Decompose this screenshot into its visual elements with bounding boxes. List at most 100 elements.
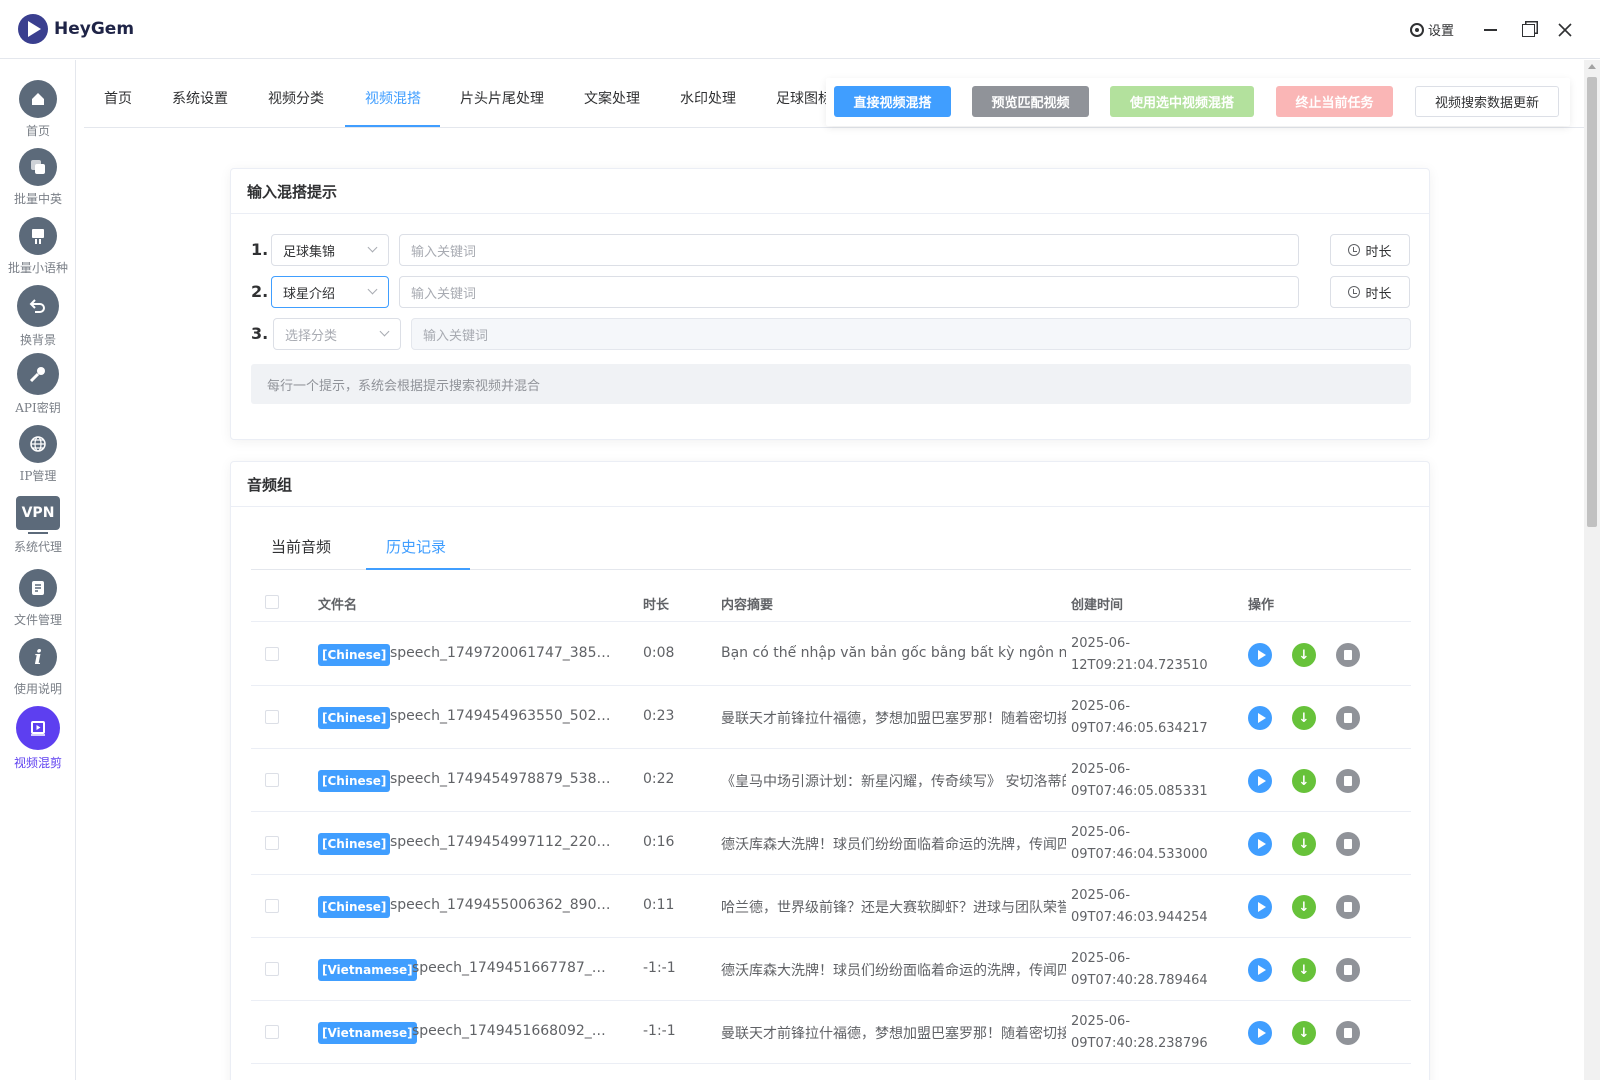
- maximize-button[interactable]: [1516, 18, 1540, 42]
- audio-group-card: 音频组 当前音频 历史记录 文件名 时长 内容摘要 创建时间 操作 [Chine…: [230, 461, 1430, 1080]
- sidebar-item-system-proxy[interactable]: VPN 系统代理: [0, 496, 76, 555]
- video-edit-icon: [16, 706, 60, 750]
- select-all-checkbox[interactable]: [265, 595, 279, 609]
- row-checkbox[interactable]: [265, 647, 279, 661]
- table-row[interactable]: [Vietnamese] speech_1749451668092_997… -1:…: [251, 1001, 1411, 1064]
- scroll-thumb[interactable]: [1587, 77, 1597, 527]
- row-checkbox[interactable]: [265, 1025, 279, 1039]
- column-header-filename: 文件名: [318, 598, 358, 613]
- stop-task-button[interactable]: 终止当前任务: [1276, 86, 1393, 117]
- update-search-data-button[interactable]: 视频搜索数据更新: [1415, 86, 1559, 117]
- row-checkbox[interactable]: [265, 836, 279, 850]
- row-checkbox[interactable]: [265, 710, 279, 724]
- tab-current-audio[interactable]: 当前音频: [271, 536, 331, 557]
- keyword-input-2[interactable]: 输入关键词: [399, 276, 1299, 308]
- category-select-2[interactable]: 球星介绍: [271, 276, 389, 308]
- tab-home[interactable]: 首页: [104, 88, 132, 122]
- tab-video-mix[interactable]: 视频混搭: [365, 88, 421, 122]
- document-button[interactable]: [1336, 832, 1360, 856]
- row-checkbox[interactable]: [265, 899, 279, 913]
- use-selected-mix-button[interactable]: 使用选中视频混搭: [1110, 86, 1254, 117]
- download-button[interactable]: ↓: [1292, 832, 1316, 856]
- download-button[interactable]: ↓: [1292, 895, 1316, 919]
- play-button[interactable]: [1248, 958, 1272, 982]
- key-icon: [17, 353, 59, 395]
- preview-match-button[interactable]: 预览匹配视频: [972, 86, 1089, 117]
- document-button[interactable]: [1336, 769, 1360, 793]
- tab-video-category[interactable]: 视频分类: [268, 88, 324, 122]
- sidebar-item-ip-management[interactable]: IP管理: [0, 425, 76, 484]
- settings-button[interactable]: 设置: [1410, 20, 1454, 39]
- audio-duration: 0:22: [643, 771, 675, 787]
- download-button[interactable]: ↓: [1292, 643, 1316, 667]
- created-timestamp: 09T07:46:05.085331: [1071, 784, 1208, 799]
- download-arrow-icon: ↓: [1298, 1025, 1310, 1041]
- close-button[interactable]: [1553, 18, 1577, 42]
- duration-button-1[interactable]: 时长: [1330, 234, 1410, 266]
- tab-history[interactable]: 历史记录: [386, 536, 446, 557]
- tab-football-icon[interactable]: 足球图标: [776, 88, 832, 122]
- tab-intro-outro[interactable]: 片头片尾处理: [460, 88, 544, 122]
- sidebar-item-batch-cn-en[interactable]: 批量中英: [0, 148, 76, 207]
- table-row[interactable]: [Chinese] speech_1749454963550_5027_2… 0:2…: [251, 686, 1411, 749]
- mix-prompt-card: 输入混搭提示 1. 足球集锦 输入关键词 时长 2. 球星介绍 输入关键词 时长…: [230, 168, 1430, 440]
- sidebar-item-label: API密钥: [15, 401, 61, 415]
- document-button[interactable]: [1336, 643, 1360, 667]
- direct-mix-button[interactable]: 直接视频混搭: [834, 86, 951, 117]
- table-row[interactable]: [Chinese] speech_1749454978879_5382_2… 0:2…: [251, 749, 1411, 812]
- sidebar-item-batch-minor-lang[interactable]: 批量小语种: [0, 217, 76, 276]
- document-button[interactable]: [1336, 895, 1360, 919]
- document-button[interactable]: [1336, 706, 1360, 730]
- page-scrollbar[interactable]: [1584, 60, 1600, 1080]
- play-button[interactable]: [1248, 643, 1272, 667]
- download-button[interactable]: ↓: [1292, 706, 1316, 730]
- table-row[interactable]: [Chinese] speech_1749720061747_3853_2… 0:0…: [251, 623, 1411, 686]
- sidebar-item-change-background[interactable]: 换背景: [0, 285, 76, 348]
- content-summary: 哈兰德，世界级前锋？还是大赛软脚虾？进球与团队荣誉: [721, 900, 1066, 916]
- file-name: speech_1749454963550_5027_2…: [390, 708, 612, 724]
- download-button[interactable]: ↓: [1292, 958, 1316, 982]
- play-button[interactable]: [1248, 1021, 1272, 1045]
- play-button[interactable]: [1248, 769, 1272, 793]
- monitor-stand: [28, 532, 48, 534]
- play-button[interactable]: [1248, 895, 1272, 919]
- chevron-down-icon: [367, 284, 378, 295]
- table-row[interactable]: [Chinese] speech_1749455006362_8902_2… 0:1…: [251, 875, 1411, 938]
- download-button[interactable]: ↓: [1292, 769, 1316, 793]
- document-button[interactable]: [1336, 958, 1360, 982]
- table-row[interactable]: [Vietnamese] speech_1749451667787_757… -1:…: [251, 938, 1411, 1001]
- sidebar-item-label: 使用说明: [13, 682, 62, 696]
- audio-duration: 0:23: [643, 708, 675, 724]
- category-select-1[interactable]: 足球集锦: [271, 234, 389, 266]
- row-checkbox[interactable]: [265, 962, 279, 976]
- created-date: 2025-06-: [1071, 951, 1131, 966]
- action-toolbar: 直接视频混搭 预览匹配视频 使用选中视频混搭 终止当前任务 视频搜索数据更新: [826, 78, 1570, 126]
- sidebar-item-file-management[interactable]: 文件管理: [0, 569, 76, 628]
- play-button[interactable]: [1248, 832, 1272, 856]
- download-arrow-icon: ↓: [1298, 710, 1310, 726]
- chevron-down-icon: [379, 326, 390, 337]
- row-checkbox[interactable]: [265, 773, 279, 787]
- minimize-button[interactable]: [1478, 18, 1502, 42]
- row-number: 3.: [251, 324, 269, 343]
- app-logo: HeyGem: [18, 14, 134, 44]
- sidebar-item-instructions[interactable]: i 使用说明: [0, 638, 76, 697]
- scroll-up-arrow-icon[interactable]: [1588, 64, 1596, 69]
- column-header-summary: 内容摘要: [721, 598, 774, 613]
- sidebar-item-api-key[interactable]: API密钥: [0, 353, 76, 416]
- sidebar-item-video-edit[interactable]: 视频混剪: [0, 706, 76, 771]
- document-button[interactable]: [1336, 1021, 1360, 1045]
- category-select-3[interactable]: 选择分类: [273, 318, 401, 350]
- keyword-input-3[interactable]: 输入关键词: [411, 318, 1411, 350]
- table-row[interactable]: [Chinese] speech_1749454997112_2204_2… 0:1…: [251, 812, 1411, 875]
- row-number: 2.: [251, 282, 269, 301]
- keyword-input-1[interactable]: 输入关键词: [399, 234, 1299, 266]
- play-button[interactable]: [1248, 706, 1272, 730]
- sidebar-item-label: 系统代理: [13, 540, 62, 554]
- tab-watermark[interactable]: 水印处理: [680, 88, 736, 122]
- tab-system-settings[interactable]: 系统设置: [172, 88, 228, 122]
- tab-copywriting[interactable]: 文案处理: [584, 88, 640, 122]
- duration-button-2[interactable]: 时长: [1330, 276, 1410, 308]
- download-button[interactable]: ↓: [1292, 1021, 1316, 1045]
- sidebar-item-home[interactable]: 首页: [0, 80, 76, 139]
